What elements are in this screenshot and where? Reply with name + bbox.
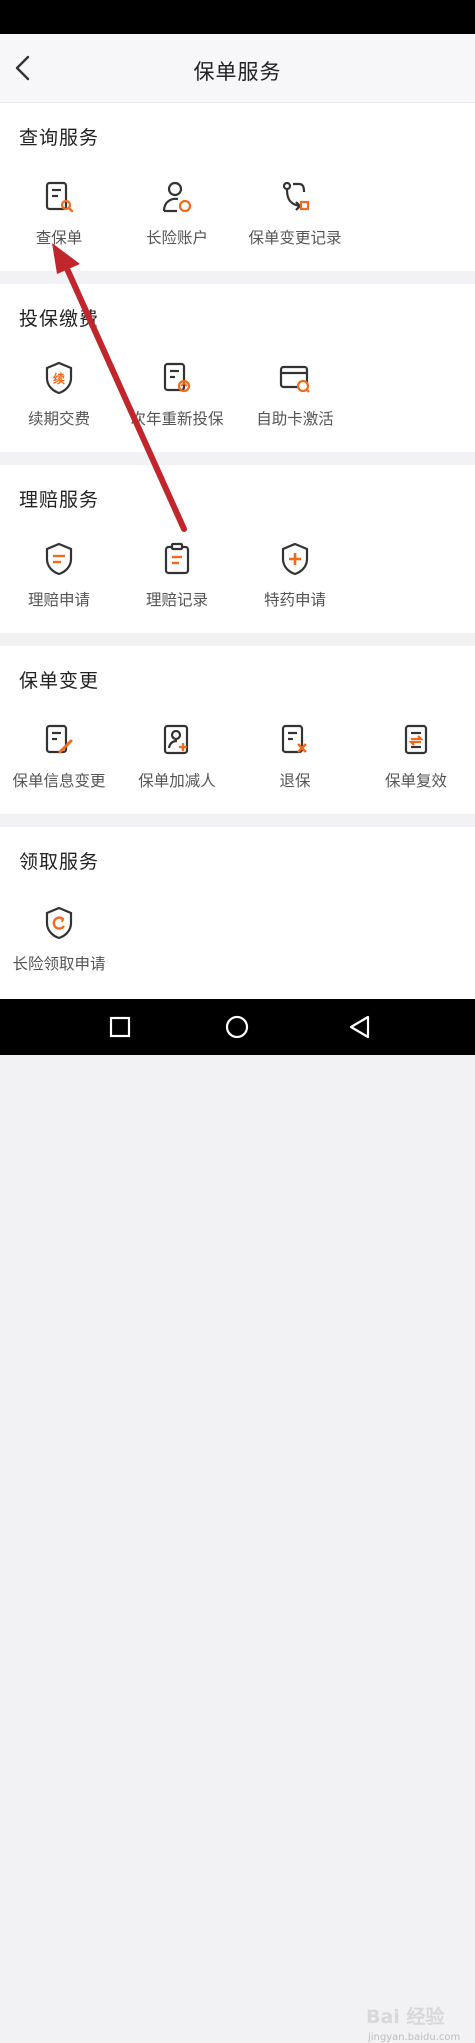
change-record-icon: [282, 181, 310, 211]
item-label: 特药申请: [263, 591, 326, 609]
page-title: 保单服务: [193, 60, 282, 84]
item-label: 长险账户: [145, 229, 208, 247]
item-label: 续期交费: [27, 410, 90, 428]
item-label: 保单信息变更: [12, 772, 106, 790]
section-title: 查询服务: [19, 127, 100, 149]
section-payment: 投保缴费 续 续期交费 次年重新投保 自助卡激活: [0, 284, 475, 452]
watermark: Bai 经验: [366, 2006, 445, 2028]
section-title: 理赔服务: [19, 489, 100, 511]
add-remove-person-icon: [163, 724, 189, 755]
item-special-medicine[interactable]: 特药申请: [236, 542, 354, 632]
item-label: 保单变更记录: [248, 229, 342, 247]
item-long-term-account[interactable]: 长险账户: [118, 180, 236, 270]
status-bar: [0, 0, 475, 34]
item-add-remove-insured[interactable]: 保单加减人: [118, 723, 236, 813]
section-policy-change: 保单变更 保单信息变更 保单加减人 退保 保单复效: [0, 646, 475, 814]
medicine-shield-icon: [281, 542, 309, 576]
item-card-activation[interactable]: 自助卡激活: [236, 361, 354, 451]
item-claim-application[interactable]: 理赔申请: [0, 542, 118, 632]
nav-back-button[interactable]: [346, 1013, 374, 1041]
item-policy-info-change[interactable]: 保单信息变更: [0, 723, 118, 813]
item-reinsure-next-year[interactable]: 次年重新投保: [118, 361, 236, 451]
watermark-url: jingyan.baidu.com: [368, 2032, 461, 2043]
edit-doc-icon: [45, 724, 73, 754]
recent-apps-button[interactable]: [106, 1013, 134, 1041]
policy-search-icon: [45, 181, 74, 213]
item-label: 理赔申请: [27, 591, 90, 609]
item-label: 理赔记录: [145, 591, 208, 609]
item-label: 退保: [279, 772, 311, 790]
top-bar: 保单服务: [0, 34, 475, 103]
item-label: 次年重新投保: [130, 410, 224, 428]
section-title: 领取服务: [19, 851, 100, 873]
reinsure-doc-icon: [163, 362, 191, 393]
claim-clipboard-icon: [164, 542, 190, 575]
item-surrender[interactable]: 退保: [236, 723, 354, 813]
collect-shield-icon: [45, 906, 73, 940]
home-button[interactable]: [223, 1013, 251, 1041]
item-claim-records[interactable]: 理赔记录: [118, 542, 236, 632]
section-title: 保单变更: [19, 670, 100, 692]
item-change-record[interactable]: 保单变更记录: [236, 180, 354, 270]
item-policy-reinstatement[interactable]: 保单复效: [357, 723, 475, 813]
item-long-term-collection[interactable]: 长险领取申请: [0, 906, 118, 996]
item-label: 自助卡激活: [256, 410, 334, 428]
section-title: 投保缴费: [19, 308, 100, 330]
system-nav-bar: Bai 经验 jingyan.baidu.com: [0, 999, 475, 2043]
item-label: 查保单: [35, 229, 83, 247]
section-claims: 理赔服务 理赔申请 理赔记录 特药申请: [0, 465, 475, 633]
item-label: 保单复效: [384, 772, 447, 790]
section-query: 查询服务 查保单 长险账户 保单变更记录: [0, 103, 475, 271]
user-account-icon: [162, 181, 192, 213]
section-collection: 领取服务 长险领取申请: [0, 827, 475, 999]
item-renewal-payment[interactable]: 续 续期交费: [0, 361, 118, 451]
item-check-policy[interactable]: 查保单: [0, 180, 118, 270]
renewal-badge: 续: [53, 371, 65, 386]
item-label: 长险领取申请: [12, 955, 106, 973]
item-label: 保单加减人: [138, 772, 216, 790]
claim-shield-icon: [45, 542, 73, 576]
cancel-doc-icon: [281, 724, 307, 754]
reinstate-doc-icon: [404, 724, 428, 755]
renewal-shield-icon: 续: [45, 361, 73, 395]
card-activate-icon: [279, 365, 310, 393]
